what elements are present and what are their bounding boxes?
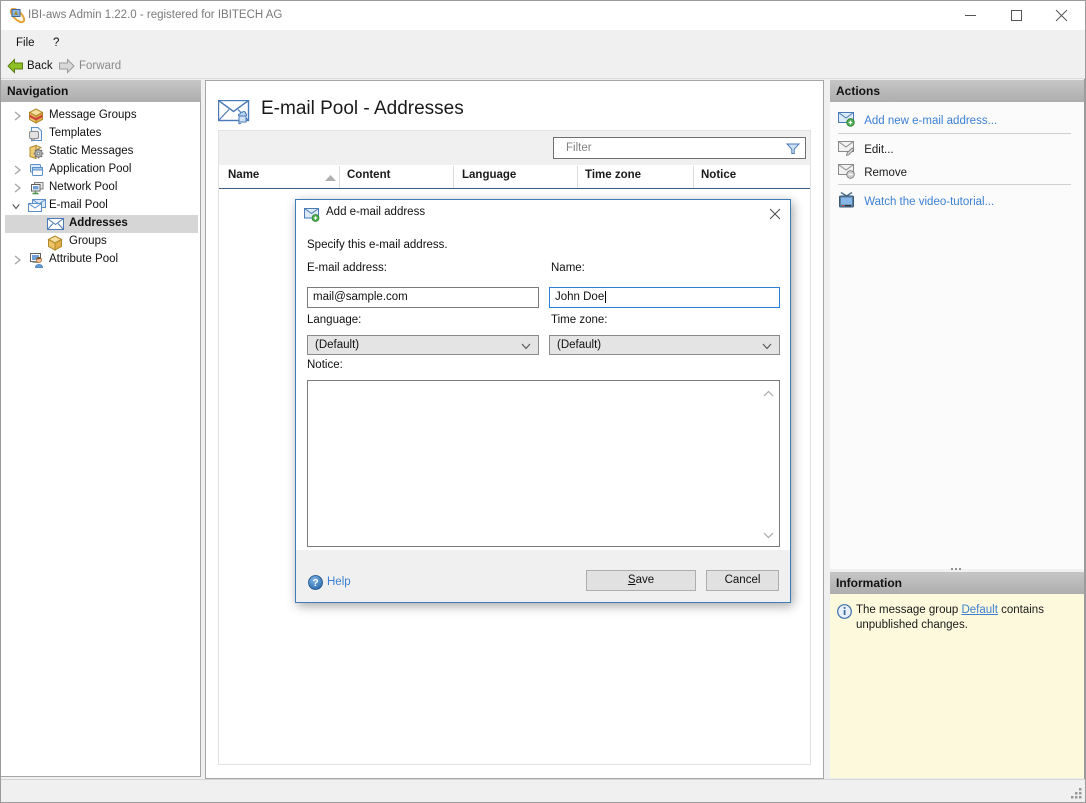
svg-text:?: ? bbox=[312, 578, 318, 589]
